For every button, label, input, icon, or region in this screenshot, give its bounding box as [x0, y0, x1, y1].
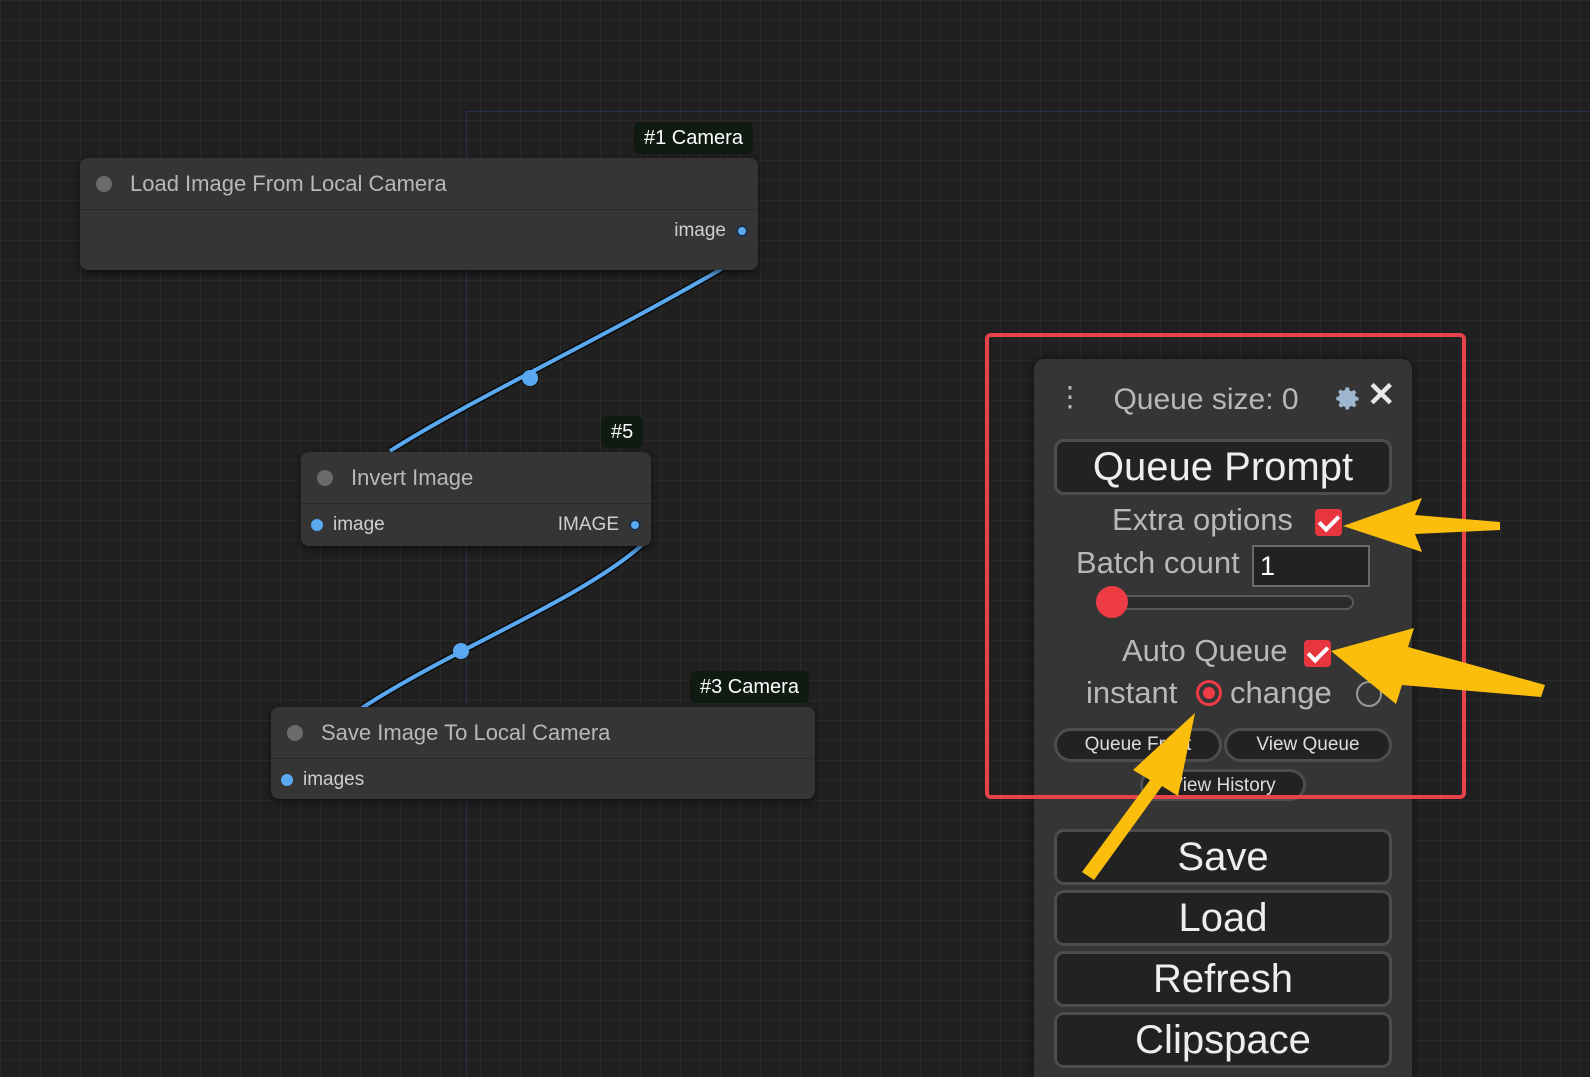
node-badge: #5: [601, 416, 644, 448]
annotation-highlight-box: [985, 333, 1466, 799]
link-invert-to-save: [360, 542, 645, 711]
output-slot[interactable]: image: [674, 220, 748, 242]
node-save-image[interactable]: Save Image To Local Camera images: [271, 707, 815, 799]
input-slot-dot-icon[interactable]: [311, 519, 323, 531]
input-slot-label: images: [303, 769, 365, 790]
output-slot-dot-icon[interactable]: [736, 225, 748, 237]
output-slot-label: IMAGE: [557, 514, 619, 535]
node-title: Save Image To Local Camera: [321, 719, 611, 745]
collapse-dot-icon[interactable]: [96, 175, 112, 192]
node-title-bar[interactable]: Load Image From Local Camera: [80, 158, 758, 210]
save-button[interactable]: Save: [1054, 829, 1392, 885]
node-load-image[interactable]: Load Image From Local Camera image: [80, 158, 758, 270]
node-title-bar[interactable]: Save Image To Local Camera: [271, 707, 815, 759]
node-title: Load Image From Local Camera: [130, 170, 447, 196]
node-title: Invert Image: [351, 464, 474, 490]
clipspace-button[interactable]: Clipspace: [1054, 1012, 1392, 1068]
slot-row: images: [271, 759, 815, 799]
load-button[interactable]: Load: [1054, 890, 1392, 946]
node-title-bar[interactable]: Invert Image: [301, 452, 651, 504]
output-slot-label: image: [674, 220, 726, 241]
collapse-dot-icon[interactable]: [317, 469, 333, 486]
link-load-to-invert: [388, 260, 732, 454]
input-slot[interactable]: image: [311, 514, 385, 536]
input-slot-label: image: [333, 514, 385, 535]
canvas-group-border-top: [466, 111, 1590, 112]
refresh-button[interactable]: Refresh: [1054, 951, 1392, 1007]
collapse-dot-icon[interactable]: [287, 724, 303, 741]
node-invert-image[interactable]: Invert Image image IMAGE: [301, 452, 651, 546]
input-slot-dot-icon[interactable]: [281, 774, 293, 786]
output-slot[interactable]: IMAGE: [558, 514, 641, 536]
slot-row: image: [80, 210, 758, 250]
slot-row: image IMAGE: [301, 504, 651, 544]
output-slot-dot-icon[interactable]: [629, 519, 641, 531]
node-badge: #3 Camera: [690, 671, 809, 703]
node-badge: #1 Camera: [634, 122, 753, 154]
input-slot[interactable]: images: [281, 769, 364, 791]
link-midpoint[interactable]: [522, 370, 538, 386]
